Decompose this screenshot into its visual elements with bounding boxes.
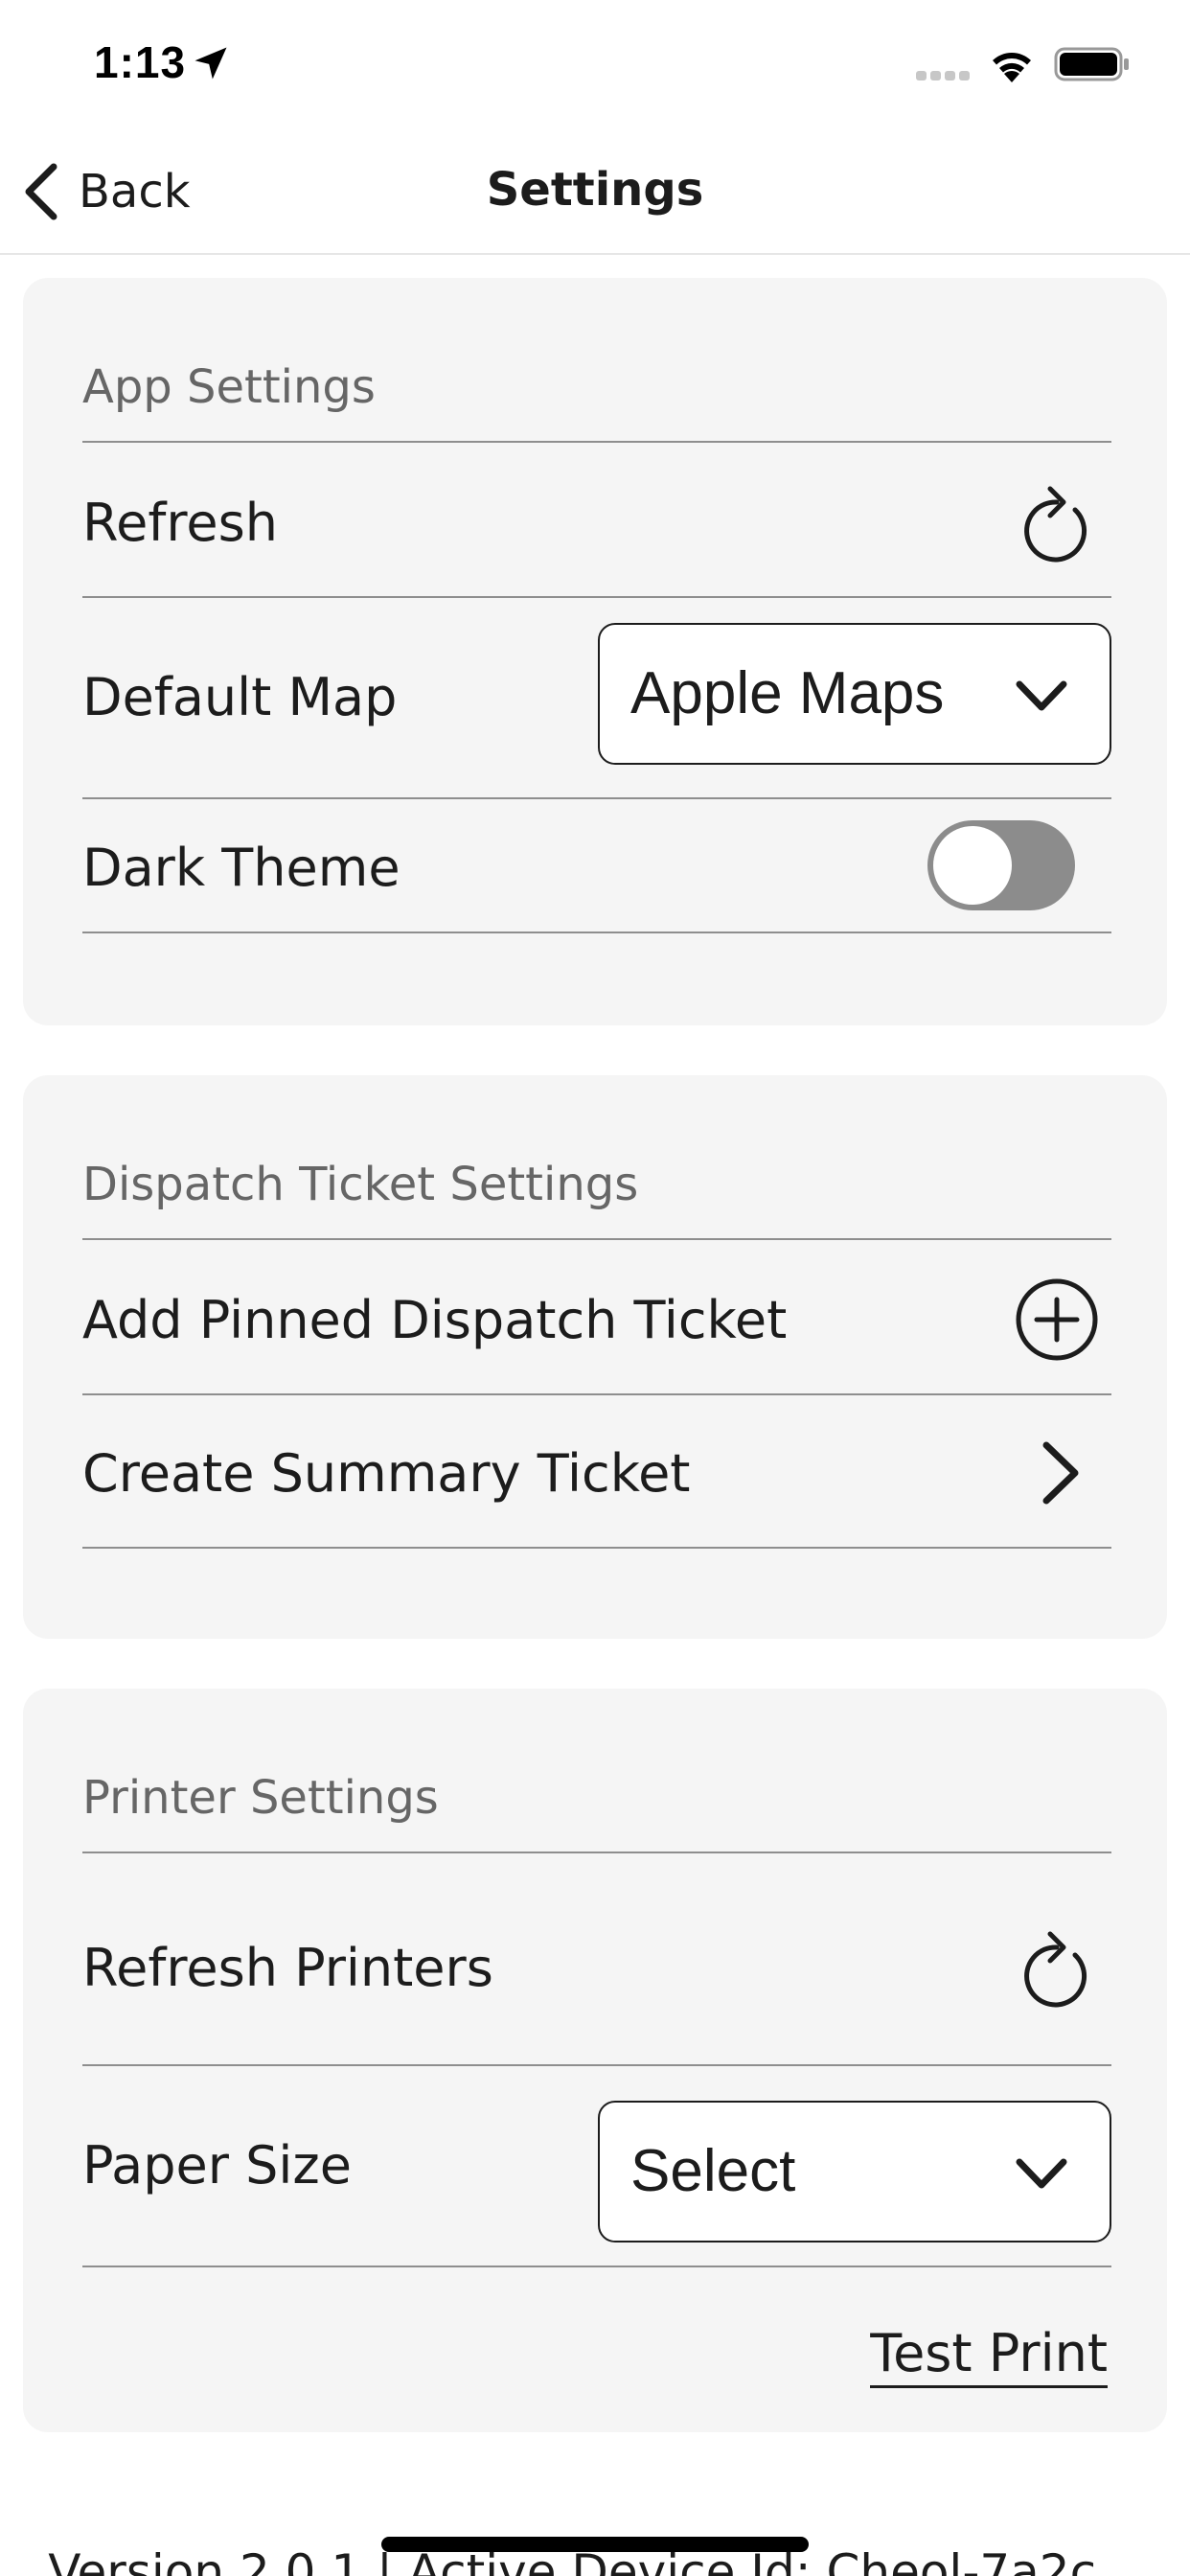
refresh-printers-label: Refresh Printers — [82, 1938, 493, 1998]
refresh-row[interactable]: Refresh — [82, 445, 1111, 598]
status-bar: 1:13 — [0, 0, 1190, 134]
add-pinned-dispatch-ticket-row[interactable]: Add Pinned Dispatch Ticket — [82, 1242, 1111, 1395]
default-map-row: Default Map Apple Maps — [82, 598, 1111, 799]
dispatch-ticket-settings-card: Dispatch Ticket Settings Add Pinned Disp… — [23, 1075, 1167, 1639]
page-title: Settings — [486, 163, 704, 217]
default-map-select[interactable]: Apple Maps — [598, 623, 1111, 765]
section-title: Printer Settings — [82, 1771, 439, 1825]
section-header-dispatch-settings: Dispatch Ticket Settings — [82, 1154, 1111, 1240]
paper-size-select[interactable]: Select — [598, 2101, 1111, 2242]
default-map-value: Apple Maps — [630, 660, 945, 726]
paper-size-label: Paper Size — [82, 2135, 352, 2196]
refresh-label: Refresh — [82, 493, 278, 553]
toggle-knob — [933, 826, 1012, 905]
test-print-button[interactable]: Test Print — [870, 2323, 1108, 2388]
location-arrow-icon — [195, 47, 227, 80]
section-header-printer-settings: Printer Settings — [82, 1767, 1111, 1853]
paper-size-value: Select — [630, 2138, 796, 2204]
app-settings-card: App Settings Refresh Default Map Apple M… — [23, 278, 1167, 1025]
chevron-down-icon — [1016, 680, 1067, 711]
dark-theme-label: Dark Theme — [82, 838, 400, 898]
section-title: Dispatch Ticket Settings — [82, 1158, 639, 1211]
chevron-down-icon — [1016, 2158, 1067, 2189]
create-summary-label: Create Summary Ticket — [82, 1443, 691, 1504]
dark-theme-toggle[interactable] — [927, 820, 1075, 910]
add-pinned-label: Add Pinned Dispatch Ticket — [82, 1290, 788, 1350]
refresh-printers-row[interactable]: Refresh Printers — [82, 1855, 1111, 2066]
paper-size-row: Paper Size Select — [82, 2066, 1111, 2267]
refresh-icon[interactable] — [1014, 477, 1100, 569]
cellular-signal-icon — [916, 71, 970, 80]
default-map-label: Default Map — [82, 667, 398, 727]
home-indicator[interactable] — [381, 2537, 809, 2552]
section-header-app-settings: App Settings — [82, 356, 1111, 443]
refresh-icon[interactable] — [1014, 1922, 1100, 2014]
status-time: 1:13 — [94, 37, 187, 87]
add-circle-icon[interactable] — [1014, 1276, 1100, 1363]
dark-theme-row: Dark Theme — [82, 799, 1111, 933]
navigation-bar: Back Settings — [0, 134, 1190, 255]
chevron-right-icon[interactable] — [1037, 1439, 1085, 1506]
printer-settings-card: Printer Settings Refresh Printers Paper … — [23, 1689, 1167, 2432]
battery-icon — [1054, 47, 1129, 81]
create-summary-ticket-row[interactable]: Create Summary Ticket — [82, 1395, 1111, 1549]
section-title: App Settings — [82, 360, 376, 414]
wifi-icon — [993, 53, 1031, 82]
